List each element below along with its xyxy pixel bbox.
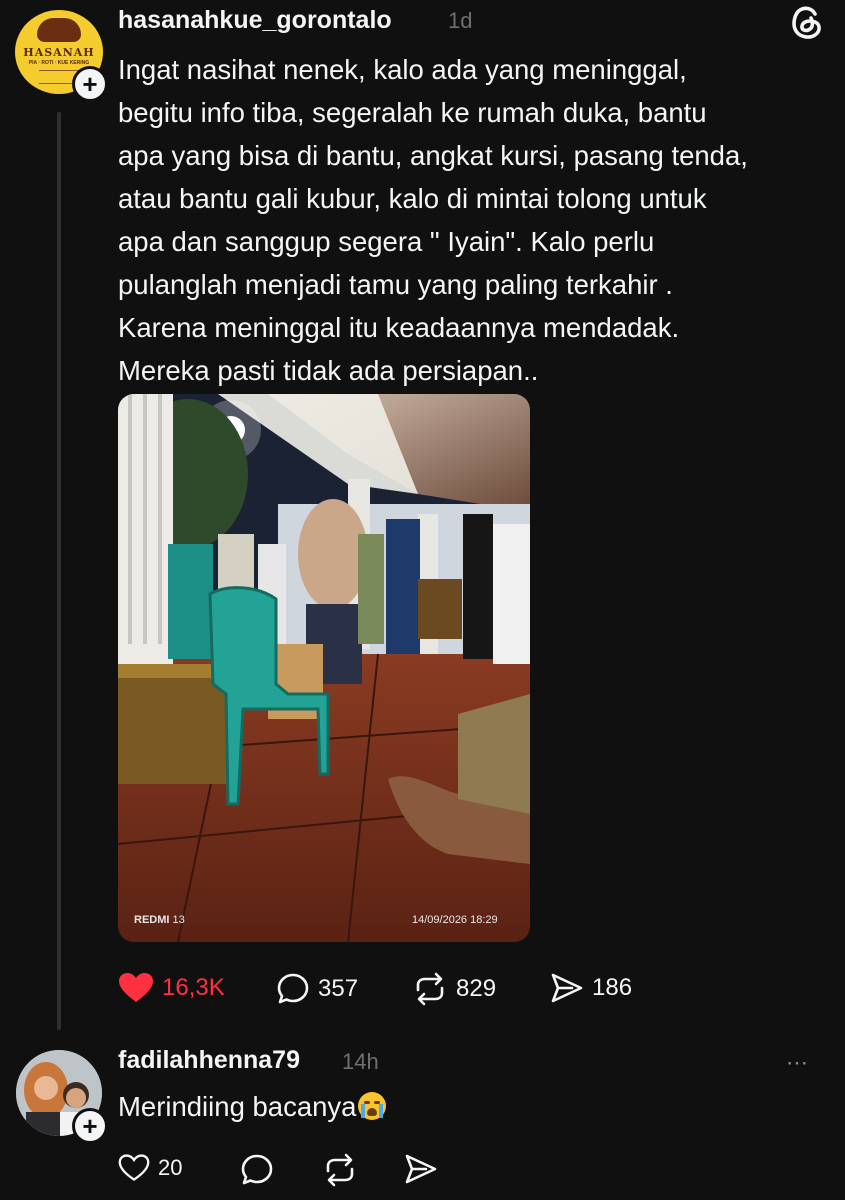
thread-connector-line xyxy=(57,112,61,1030)
follow-plus-icon[interactable]: + xyxy=(72,1108,108,1144)
photo-watermark-brand: REDMI 13 xyxy=(134,914,185,926)
photo-watermark-date: 14/09/2026 18:29 xyxy=(412,914,498,926)
comment-reply-button[interactable] xyxy=(240,1153,274,1187)
comment-body: Merindiing bacanya xyxy=(118,1091,387,1123)
post-photo[interactable]: REDMI 13 14/09/2026 18:29 xyxy=(118,394,530,942)
comment-repost-button[interactable] xyxy=(322,1153,358,1187)
heart-icon xyxy=(118,1154,150,1181)
reply-button[interactable]: 357 xyxy=(276,972,358,1006)
post-timestamp: 1d xyxy=(448,8,473,33)
comment-like-button[interactable]: 20 xyxy=(118,1153,182,1183)
comment-text: Merindiing bacanya xyxy=(118,1091,357,1122)
repost-icon xyxy=(326,1153,354,1187)
follow-plus-icon[interactable]: + xyxy=(72,66,108,102)
share-count: 186 xyxy=(592,974,633,1001)
post-username[interactable]: hasanahkue_gorontalo xyxy=(118,6,392,35)
logo-name: HASANAH xyxy=(23,46,95,59)
like-count: 16,3K xyxy=(162,974,225,1001)
comment-username[interactable]: fadilahhenna79 xyxy=(118,1046,300,1075)
threads-logo-icon[interactable] xyxy=(786,2,826,42)
repost-count: 829 xyxy=(456,975,497,1002)
repost-button[interactable]: 829 xyxy=(412,972,496,1006)
crying-face-icon xyxy=(358,1092,387,1120)
comment-bubble-icon xyxy=(241,1154,273,1185)
more-options-icon[interactable]: ⋯ xyxy=(786,1050,810,1076)
repost-icon xyxy=(416,972,444,1006)
bread-logo-icon xyxy=(37,18,81,42)
send-icon xyxy=(551,973,583,1003)
send-icon xyxy=(405,1154,437,1184)
comment-bubble-icon xyxy=(277,973,309,1004)
reply-count: 357 xyxy=(318,975,359,1002)
comment-timestamp: 14h xyxy=(342,1049,379,1074)
heart-icon xyxy=(119,973,153,1002)
comment-share-button[interactable] xyxy=(404,1153,438,1185)
post-body-text: Ingat nasihat nenek, kalo ada yang menin… xyxy=(118,54,748,386)
comment-like-count: 20 xyxy=(158,1155,183,1180)
share-button[interactable]: 186 xyxy=(550,972,632,1004)
like-button[interactable]: 16,3K xyxy=(118,972,225,1004)
photo-scene xyxy=(118,394,530,942)
